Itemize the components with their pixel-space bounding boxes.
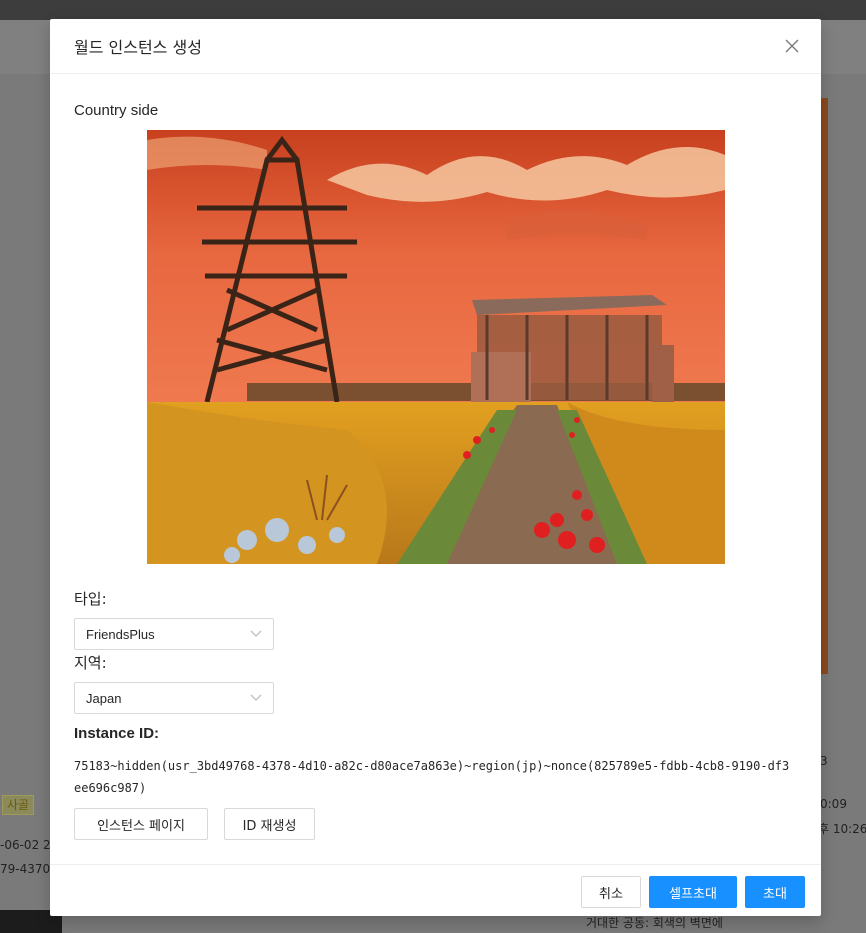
background-text-right-3: 후 10:26 [818,822,866,836]
close-icon [785,39,799,53]
type-select[interactable]: FriendsPlus [74,618,274,650]
regenerate-id-button[interactable]: ID 재생성 [224,808,315,840]
modal-body: Country side [50,74,821,122]
type-label: 타입: [74,590,107,608]
region-label: 지역: [74,654,107,672]
instance-id-label: Instance ID: [74,725,160,742]
background-text-left-2: 79-4370- [0,862,55,876]
background-text-left-1: -06-02 2 [0,838,51,852]
self-invite-button[interactable]: 셀프초대 [649,876,737,908]
world-name: Country side [74,102,159,119]
region-select-value: Japan [86,690,122,706]
background-tag: 사골 [2,795,35,815]
instance-id-value: 75183~hidden(usr_3bd49768-4378-4d10-a82c… [74,759,790,795]
region-select[interactable]: Japan [74,682,274,714]
background-text-right-2: 0:09 [820,797,847,811]
background-text-right-1: 3 [820,754,828,768]
modal-footer: 취소 셀프초대 초대 [50,864,821,916]
background-topbar [0,0,866,20]
modal-header: 월드 인스턴스 생성 [50,19,821,74]
background-text-bottom: 거대한 공동: 회색의 벽면에 [586,916,723,930]
modal-title: 월드 인스턴스 생성 [74,38,202,57]
type-select-value: FriendsPlus [86,626,155,642]
cancel-button[interactable]: 취소 [581,876,641,908]
invite-button[interactable]: 초대 [745,876,805,908]
close-button[interactable] [779,33,805,59]
world-thumbnail-image [147,130,725,564]
instance-page-button[interactable]: 인스턴스 페이지 [74,808,208,840]
create-instance-modal: 월드 인스턴스 생성 Country side 타입: FriendsPlus … [50,19,821,916]
chevron-down-icon [250,628,262,640]
chevron-down-icon [250,692,262,704]
